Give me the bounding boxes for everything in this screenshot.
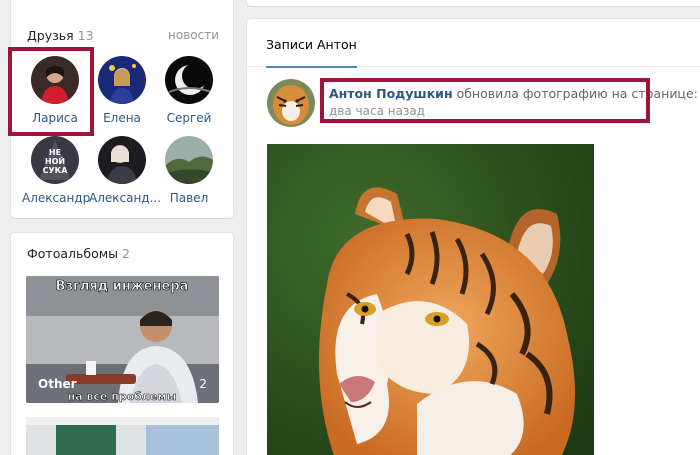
albums-header[interactable]: Фотоальбомы 2 (27, 246, 130, 261)
highlight-frame-post-header (320, 78, 650, 123)
friend-name[interactable]: Елена (89, 111, 155, 125)
tiger-photo (267, 144, 594, 455)
avatar[interactable] (98, 136, 146, 184)
tab-posts[interactable]: Записи Антон (266, 19, 357, 68)
album-caption: Other (38, 377, 77, 391)
avatar[interactable] (98, 56, 146, 104)
avatar[interactable] (165, 136, 213, 184)
friends-header[interactable]: Друзья 13 (27, 28, 94, 43)
wall-tabs: Записи Антон (247, 19, 700, 68)
highlight-frame-friend (8, 47, 94, 136)
album-photo-count: 2 (199, 377, 207, 391)
album-cover-image (26, 417, 219, 455)
friend-name[interactable]: Сергей (156, 111, 222, 125)
friend-name[interactable]: Александр (22, 191, 90, 205)
albums-block: Фотоальбомы 2 Взгляд инженера на все проб… (11, 233, 233, 455)
friends-title: Друзья (27, 28, 74, 43)
friend-item-elena[interactable]: Елена (89, 56, 155, 125)
friend-item-aleksandr-2[interactable]: Александ... (89, 136, 161, 205)
friend-name[interactable]: Александ... (89, 191, 161, 205)
album-second[interactable] (26, 417, 219, 455)
svg-text:СУКА: СУКА (43, 166, 69, 175)
post-photo[interactable] (267, 144, 594, 455)
friend-item-aleksandr[interactable]: НЕ НОЙ СУКА Александр (22, 136, 90, 205)
album-meme-top-text: Взгляд инженера (56, 279, 189, 294)
post-author-avatar[interactable] (267, 79, 315, 127)
friend-item-pavel[interactable]: Павел (156, 136, 222, 205)
avatar[interactable]: НЕ НОЙ СУКА (31, 136, 79, 184)
albums-title: Фотоальбомы (27, 246, 119, 261)
album-meme-bottom-text: на все проблемы (68, 390, 177, 403)
avatar[interactable] (165, 56, 213, 104)
albums-count: 2 (122, 246, 130, 261)
album-other[interactable]: Взгляд инженера на все проблемы Other 2 (26, 276, 219, 403)
top-strip (247, 0, 700, 6)
friends-news-link[interactable]: новости (168, 28, 219, 42)
friend-item-sergey[interactable]: Сергей (156, 56, 222, 125)
svg-text:НОЙ: НОЙ (45, 155, 65, 166)
friends-count: 13 (77, 28, 94, 43)
svg-text:НЕ: НЕ (49, 148, 61, 157)
friend-name[interactable]: Павел (156, 191, 222, 205)
